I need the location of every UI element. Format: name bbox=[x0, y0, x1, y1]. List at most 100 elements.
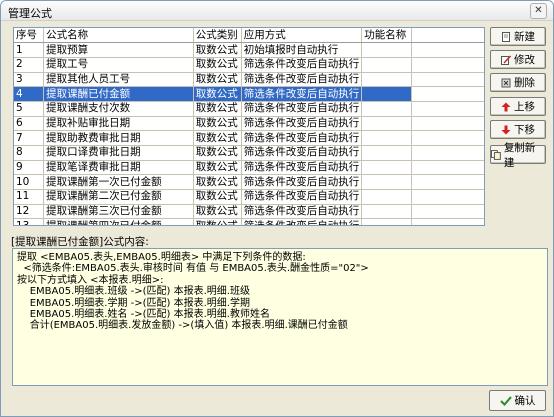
formula-content-line: <筛选条件:EMBA05.表头.审核时间 有值 与 EMBA05.表头.酬金性质… bbox=[17, 263, 369, 275]
cell-apply-method: 筛选条件改变后自动执行 bbox=[241, 130, 363, 146]
table-row[interactable]: 11 提取课酬第二次已付金额 取数公式 筛选条件改变后自动执行 bbox=[14, 189, 484, 205]
col-header-index[interactable]: 序号 bbox=[14, 28, 45, 44]
cell-formula-name: 提取口译费审批日期 bbox=[43, 145, 194, 161]
formula-content-line: EMBA05.明细表.学期 ->(匹配) 本报表.明细.学期 bbox=[17, 297, 250, 309]
arrow-down-icon bbox=[501, 125, 511, 134]
new-button-label: 新建 bbox=[514, 31, 535, 43]
cell-index: 3 bbox=[14, 72, 45, 88]
formula-grid[interactable]: 序号 公式名称 公式类别 应用方式 功能名称 1 提取预算 取数公式 初始填报时自动执… bbox=[13, 27, 485, 226]
cell-apply-method: 筛选条件改变后自动执行 bbox=[241, 189, 363, 205]
ok-button[interactable]: 确认 bbox=[489, 390, 546, 411]
dialog-client-area: 序号 公式名称 公式类别 应用方式 功能名称 1 提取预算 取数公式 初始填报时自动执… bbox=[4, 23, 550, 415]
grid-header-row: 序号 公式名称 公式类别 应用方式 功能名称 bbox=[14, 28, 484, 44]
table-row[interactable]: 10 提取课酬第一次已付金额 取数公式 筛选条件改变后自动执行 bbox=[14, 174, 484, 191]
edit-icon bbox=[501, 54, 511, 65]
table-row[interactable]: 7 提取助教费审批日期 取数公式 筛选条件改变后自动执行 bbox=[14, 130, 484, 146]
cell-filler bbox=[411, 116, 484, 132]
cell-function-name bbox=[361, 57, 412, 73]
cell-formula-type: 取数公式 bbox=[193, 72, 242, 88]
table-row[interactable]: 5 提取课酬支付次数 取数公式 筛选条件改变后自动执行 bbox=[14, 101, 484, 117]
cell-index: 8 bbox=[14, 145, 45, 161]
delete-button[interactable]: 删除 bbox=[490, 73, 546, 92]
edit-button-label: 修改 bbox=[514, 54, 535, 66]
title-bar[interactable]: 管理公式 ✕ bbox=[1, 1, 553, 21]
copy-icon bbox=[491, 149, 501, 160]
delete-icon bbox=[501, 78, 511, 87]
cell-index: 11 bbox=[14, 189, 45, 205]
formula-content-box[interactable]: 提取 <EMBA05.表头,EMBA05.明细表> 中满足下列条件的数据: <筛… bbox=[12, 248, 548, 386]
cell-function-name bbox=[361, 218, 412, 225]
move-up-button-label: 上移 bbox=[514, 101, 535, 113]
cell-formula-type: 取数公式 bbox=[193, 174, 242, 191]
table-row[interactable]: 8 提取口译费审批日期 取数公式 筛选条件改变后自动执行 bbox=[14, 145, 484, 161]
close-icon: ✕ bbox=[534, 5, 543, 16]
formula-content-line: 按以下方式填入 <本报表.明细>: bbox=[17, 274, 164, 286]
table-row[interactable]: 9 提取笔译费审批日期 取数公式 筛选条件改变后自动执行 bbox=[14, 160, 484, 176]
formula-content-label: [提取课酬已付金额]公式内容: bbox=[11, 236, 149, 248]
cell-function-name bbox=[361, 130, 412, 146]
new-button[interactable]: 新建 bbox=[490, 27, 546, 46]
table-row[interactable]: 1 提取预算 取数公式 初始填报时自动执行 bbox=[14, 42, 484, 58]
cell-index: 9 bbox=[14, 160, 45, 176]
cell-formula-type: 取数公式 bbox=[193, 189, 242, 205]
cell-index: 10 bbox=[14, 174, 45, 191]
cell-formula-name: 提取课酬支付次数 bbox=[43, 101, 194, 117]
move-down-button-label: 下移 bbox=[514, 124, 535, 136]
checkmark-icon bbox=[499, 395, 512, 406]
cell-formula-type: 取数公式 bbox=[193, 130, 242, 146]
arrow-up-icon bbox=[501, 102, 511, 111]
cell-filler bbox=[411, 204, 484, 220]
col-header-filler bbox=[411, 28, 484, 44]
cell-filler bbox=[411, 130, 484, 146]
table-row[interactable]: 3 提取其他人员工号 取数公式 筛选条件改变后自动执行 bbox=[14, 72, 484, 88]
table-row[interactable]: 6 提取补贴审批日期 取数公式 筛选条件改变后自动执行 bbox=[14, 116, 484, 132]
table-row[interactable]: 12 提取课酬第三次已付金额 取数公式 筛选条件改变后自动执行 bbox=[14, 204, 484, 220]
close-button[interactable]: ✕ bbox=[530, 3, 547, 19]
cell-formula-type: 取数公式 bbox=[193, 218, 242, 225]
col-header-method[interactable]: 应用方式 bbox=[241, 28, 363, 44]
cell-filler bbox=[411, 72, 484, 88]
cell-filler bbox=[411, 86, 484, 102]
cell-formula-name: 提取课酬第一次已付金额 bbox=[43, 174, 194, 191]
cell-filler bbox=[411, 174, 484, 191]
edit-button[interactable]: 修改 bbox=[490, 50, 546, 69]
cell-apply-method: 初始填报时自动执行 bbox=[241, 42, 363, 58]
cell-index: 13 bbox=[14, 218, 45, 225]
cell-formula-type: 取数公式 bbox=[193, 57, 242, 73]
cell-formula-name: 提取其他人员工号 bbox=[43, 72, 194, 88]
cell-formula-name: 提取课酬第四次已付金额 bbox=[43, 218, 194, 225]
cell-filler bbox=[411, 145, 484, 161]
cell-formula-name: 提取工号 bbox=[43, 57, 194, 73]
cell-function-name bbox=[361, 72, 412, 88]
cell-apply-method: 筛选条件改变后自动执行 bbox=[241, 218, 363, 225]
table-row[interactable]: 13 提取课酬第四次已付金额 取数公式 筛选条件改变后自动执行 bbox=[14, 218, 484, 225]
table-row[interactable]: 2 提取工号 取数公式 筛选条件改变后自动执行 bbox=[14, 57, 484, 73]
col-header-name[interactable]: 公式名称 bbox=[43, 28, 194, 44]
move-up-button[interactable]: 上移 bbox=[490, 97, 546, 116]
formula-table: 序号 公式名称 公式类别 应用方式 功能名称 1 提取预算 取数公式 初始填报时自动执… bbox=[14, 28, 484, 225]
cell-function-name bbox=[361, 204, 412, 220]
new-document-icon bbox=[502, 31, 510, 42]
formula-content-line: EMBA05.明细表.班级 ->(匹配) 本报表.明细.班级 bbox=[17, 286, 250, 298]
formula-content-line: EMBA05.明细表.姓名 ->(匹配) 本报表.明细.教师姓名 bbox=[17, 309, 270, 321]
table-row[interactable]: 4 提取课酬已付金额 取数公式 筛选条件改变后自动执行 bbox=[14, 86, 484, 102]
cell-filler bbox=[411, 189, 484, 205]
copy-new-button[interactable]: 复制新建 bbox=[490, 142, 546, 169]
cell-apply-method: 筛选条件改变后自动执行 bbox=[241, 86, 363, 102]
copy-new-button-label: 复制新建 bbox=[503, 141, 536, 169]
cell-function-name bbox=[361, 174, 412, 191]
cell-formula-type: 取数公式 bbox=[193, 145, 242, 161]
cell-filler bbox=[411, 57, 484, 73]
cell-function-name bbox=[361, 86, 412, 102]
cell-formula-name: 提取课酬第二次已付金额 bbox=[43, 189, 194, 205]
cell-filler bbox=[411, 101, 484, 117]
col-header-type[interactable]: 公式类别 bbox=[193, 28, 242, 44]
formula-content-line: 合计(EMBA05.明细表.发放金额) ->(填入值) 本报表.明细.课酬已付金… bbox=[17, 320, 348, 332]
cell-formula-name: 提取课酬第三次已付金额 bbox=[43, 204, 194, 220]
col-header-function[interactable]: 功能名称 bbox=[361, 28, 412, 44]
manage-formula-window: 管理公式 ✕ 序号 公式名称 公式类别 应用方式 功能名称 1 提取预算 取数公… bbox=[0, 0, 554, 417]
move-down-button[interactable]: 下移 bbox=[490, 120, 546, 139]
ok-button-label: 确认 bbox=[514, 395, 536, 407]
cell-index: 5 bbox=[14, 101, 45, 117]
delete-button-label: 删除 bbox=[514, 77, 535, 89]
